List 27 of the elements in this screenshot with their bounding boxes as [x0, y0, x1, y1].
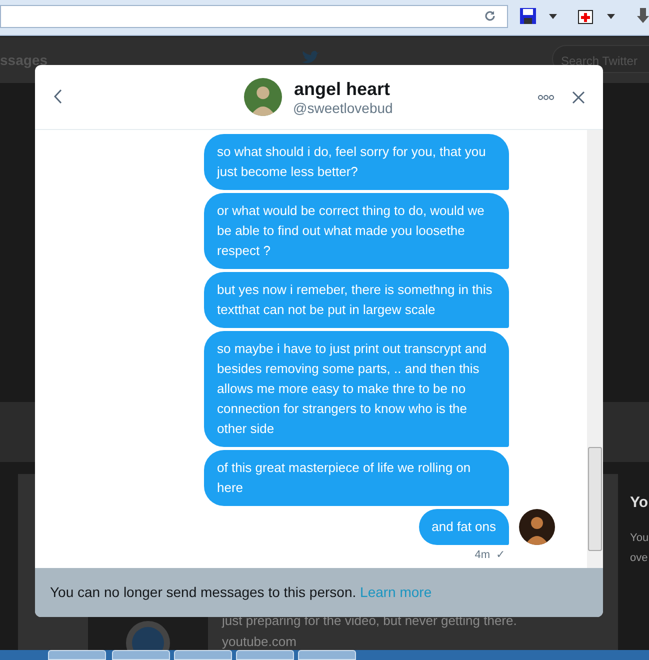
download-icon[interactable] [637, 8, 649, 24]
scrollbar[interactable] [587, 130, 603, 568]
address-field[interactable] [0, 5, 508, 28]
side-text: ove [630, 551, 648, 566]
bird-icon [302, 50, 322, 64]
learn-more-link[interactable]: Learn more [360, 584, 432, 600]
message-bubble: but yes now i remeber, there is somethng in this textthat can not be put in largew scale [204, 272, 509, 328]
message-bubble: of this great masterpiece of life we rolling on here [204, 450, 509, 506]
message-time: 4m [474, 548, 490, 563]
contact-handle: @sweetlovebud [293, 99, 393, 118]
dropdown-icon[interactable] [549, 14, 557, 19]
card-link[interactable]: youtube.com [222, 632, 296, 652]
message-bubble: or what would be correct thing to do, would we be able to find out what made you loosethe respect ? [204, 193, 509, 269]
more-icon[interactable] [538, 95, 554, 100]
side-heading: Yo [630, 493, 648, 513]
back-icon[interactable] [54, 89, 62, 104]
message-bubble: and fat ons [418, 509, 509, 545]
notice-text: You can no longer send messages to this person. Learn more [50, 583, 432, 602]
first-aid-icon[interactable] [578, 8, 593, 24]
message-bubble: so maybe i have to just print out transcrypt and besides removing some parts, .. and then this allows me more easy to make thre to be no connection for strangers to know who is the other side [204, 331, 509, 447]
message-bubble: so what should i do, feel sorry for you, that you just become less better? [204, 134, 509, 190]
dropdown-icon[interactable] [607, 14, 615, 19]
side-text: You [630, 531, 649, 546]
reload-icon[interactable] [483, 9, 497, 23]
read-receipt: ✓ [496, 548, 505, 563]
close-icon[interactable] [572, 91, 585, 104]
contact-name: angel heart [294, 78, 390, 101]
